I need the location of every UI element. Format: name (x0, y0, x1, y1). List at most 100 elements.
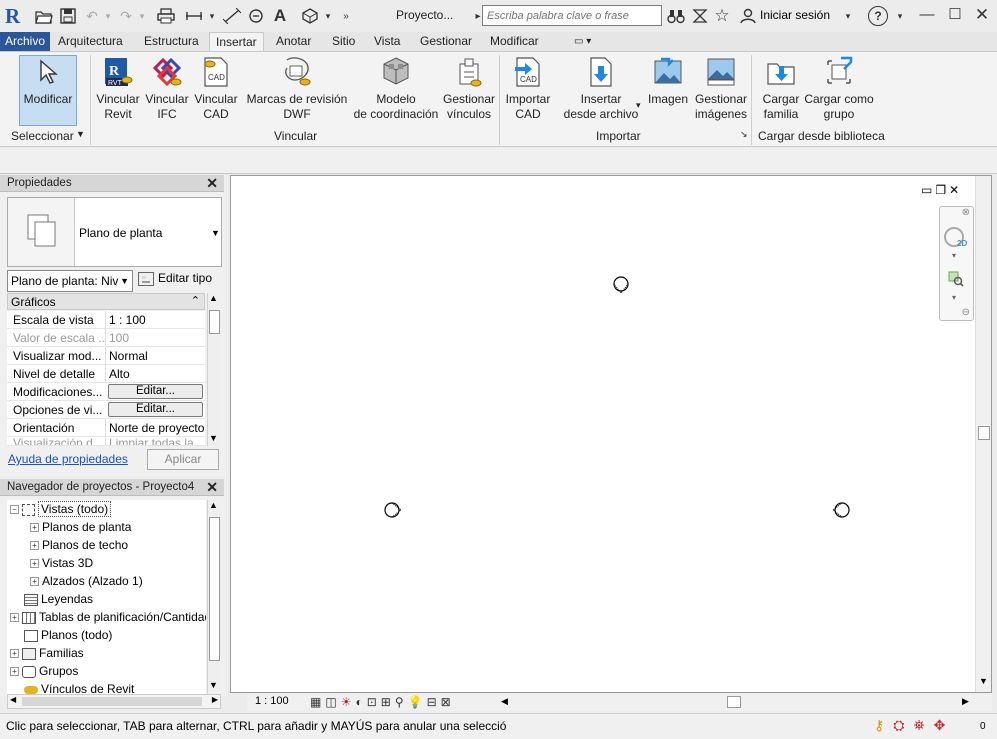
edit-display-options-button[interactable]: Editar... (108, 402, 203, 417)
minimize-button[interactable]: — (915, 4, 939, 26)
property-value[interactable]: 1 : 100 (105, 311, 205, 329)
scroll-down-icon[interactable]: ▼ (209, 680, 218, 690)
binoculars-icon[interactable] (666, 6, 686, 26)
open-folder-icon[interactable] (34, 6, 54, 26)
collapse-group-icon[interactable]: ⌃ (191, 294, 200, 307)
edit-type-button[interactable]: Editar tipo (138, 271, 212, 286)
shadows-icon[interactable]: ◐ (355, 695, 366, 709)
property-value[interactable]: Alto (105, 365, 205, 383)
select-links-icon[interactable]: ⚷ (874, 717, 893, 733)
drawing-canvas[interactable]: ▭❐✕ ▼ (230, 175, 992, 693)
type-selector-dropdown-icon[interactable]: ▼ (211, 228, 220, 238)
properties-help-link[interactable]: Ayuda de propiedades (8, 452, 128, 466)
elevation-marker-north[interactable] (612, 276, 630, 301)
scroll-left-icon[interactable]: ◀ (501, 696, 508, 707)
image-button[interactable]: Imagen (645, 56, 691, 107)
close-properties-icon[interactable]: ✕ (206, 175, 218, 192)
help-icon[interactable]: ? (868, 6, 888, 26)
scroll-right-icon[interactable]: ▶ (962, 696, 969, 707)
signin-dropdown-icon[interactable]: ▾ (838, 6, 858, 26)
ribbon-minimize-toggle-icon[interactable]: ▭ ▾ (568, 32, 597, 52)
tab-view[interactable]: Vista (368, 32, 406, 52)
elevation-marker-west[interactable] (382, 501, 404, 522)
instance-filter-select[interactable]: Plano de planta: Niv ▼ (7, 270, 133, 292)
tree-node-floor-plans[interactable]: + Planos de planta (30, 518, 131, 536)
app-logo[interactable]: R (5, 4, 25, 28)
expand-icon[interactable]: + (30, 559, 39, 569)
manage-images-button[interactable]: Gestionar imágenes (693, 56, 749, 122)
expand-icon[interactable]: + (10, 613, 19, 623)
scroll-thumb[interactable] (978, 426, 990, 440)
close-navbar-icon[interactable]: ⊗ (962, 207, 970, 218)
visual-style-icon[interactable]: ◫ (325, 695, 340, 709)
expand-icon[interactable]: + (10, 649, 19, 659)
scroll-thumb[interactable] (209, 517, 220, 661)
elevation-marker-east[interactable] (830, 501, 852, 522)
graphics-group-header[interactable]: Gráficos ⌃ (7, 293, 205, 310)
tab-insert[interactable]: Insertar (209, 32, 264, 52)
subscription-icon[interactable] (690, 6, 710, 26)
temporary-properties-icon[interactable]: ⊟ (427, 695, 441, 709)
expand-icon[interactable]: + (30, 541, 39, 551)
tab-file[interactable]: Archivo (0, 32, 51, 52)
canvas-hscrollbar[interactable] (511, 694, 971, 710)
import-cad-button[interactable]: CAD Importar CAD (502, 56, 554, 122)
maximize-button[interactable]: ☐ (943, 4, 967, 26)
tree-node-revit-links[interactable]: Vínculos de Revit (24, 680, 134, 694)
scroll-thumb[interactable] (727, 696, 741, 708)
search-input[interactable] (482, 5, 662, 26)
load-family-button[interactable]: Cargar familia (758, 56, 804, 122)
tab-annotate[interactable]: Anotar (270, 32, 317, 52)
canvas-vscrollbar[interactable]: ▼ (975, 176, 991, 692)
scroll-up-icon[interactable]: ▲ (209, 293, 218, 303)
tab-modify[interactable]: Modificar (484, 32, 545, 52)
link-revit-button[interactable]: R RVT Vincular Revit (94, 56, 142, 122)
edit-overrides-button[interactable]: Editar... (108, 384, 203, 399)
scroll-thumb[interactable] (209, 310, 220, 334)
minimize-view-icon[interactable]: ▭ (921, 183, 935, 197)
print-icon[interactable] (156, 6, 176, 26)
expand-icon[interactable]: + (30, 523, 39, 533)
tree-node-families[interactable]: + Familias (10, 644, 84, 662)
text-icon[interactable]: A (270, 6, 290, 26)
property-value[interactable]: Norte de proyecto (105, 419, 205, 437)
zoom-icon[interactable] (948, 271, 964, 287)
3d-view-dropdown-icon[interactable]: ▾ (318, 6, 338, 26)
undo-dropdown-icon[interactable]: ▾ (98, 6, 118, 26)
apply-button[interactable]: Aplicar (147, 449, 219, 470)
expand-icon[interactable]: + (30, 577, 39, 587)
redo-dropdown-icon[interactable]: ▾ (132, 6, 152, 26)
panel-select-label[interactable]: Seleccionar (11, 129, 74, 143)
close-browser-icon[interactable]: ✕ (206, 479, 218, 496)
tree-node-ceiling-plans[interactable]: + Planos de techo (30, 536, 128, 554)
select-pinned-icon[interactable]: ⛯ (913, 717, 933, 733)
insert-from-file-dropdown-icon[interactable]: ▾ (636, 98, 641, 113)
measure-dropdown-icon[interactable]: ▾ (202, 6, 222, 26)
scroll-down-icon[interactable]: ▼ (979, 676, 988, 686)
tree-node-elevations[interactable]: + Alzados (Alzado 1) (30, 572, 143, 590)
tag-icon[interactable] (246, 6, 266, 26)
detail-level-icon[interactable]: ▦ (310, 695, 325, 709)
star-icon[interactable]: ☆ (712, 6, 732, 26)
scroll-thumb[interactable] (22, 697, 202, 706)
view-scale-button[interactable]: 1 : 100 (255, 695, 289, 707)
tree-node-schedules[interactable]: + Tablas de planificación/Cantidades (10, 608, 206, 626)
close-view-icon[interactable]: ✕ (949, 183, 962, 197)
drag-on-selection-icon[interactable]: ✥ (934, 717, 955, 733)
expand-icon[interactable]: + (10, 667, 19, 677)
select-underlay-icon[interactable]: ⛭ (893, 717, 913, 733)
collapse-icon[interactable]: − (10, 505, 19, 515)
tab-structure[interactable]: Estructura (138, 32, 205, 52)
link-ifc-button[interactable]: Vincular IFC (143, 56, 191, 122)
show-crop-icon[interactable]: ⊞ (381, 695, 395, 709)
modify-tool[interactable]: Modificar (19, 56, 77, 107)
signin-button[interactable]: Iniciar sesión (760, 8, 830, 22)
panel-select-dropdown-icon[interactable]: ▼ (76, 129, 85, 139)
tree-node-sheets[interactable]: Planos (todo) (24, 626, 112, 644)
more-tools-icon[interactable]: » (336, 6, 356, 26)
properties-scrollbar[interactable]: ▲ ▼ (207, 293, 221, 446)
sun-path-icon[interactable]: ☀ (341, 695, 356, 709)
user-icon[interactable] (738, 6, 758, 26)
chevron-down-icon[interactable]: ▾ (952, 251, 956, 260)
measure-icon[interactable] (184, 6, 204, 26)
